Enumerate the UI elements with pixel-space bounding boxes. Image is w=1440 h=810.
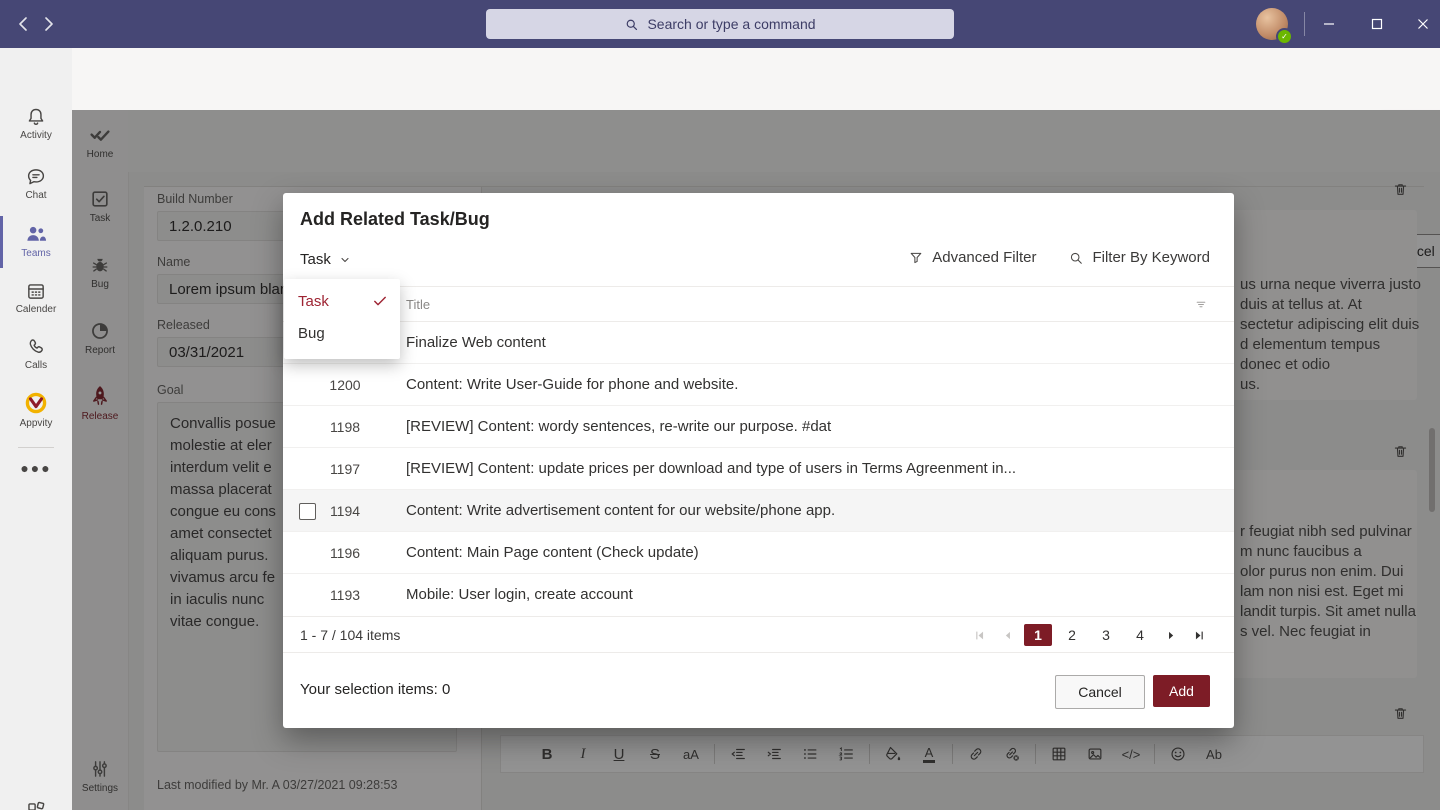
table-row-hovered[interactable]: 1194 Content: Write advertisement conten…	[283, 490, 1234, 532]
menu-item-label: Task	[298, 293, 329, 310]
chevron-down-icon	[339, 254, 351, 266]
next-page-icon[interactable]	[1160, 624, 1182, 646]
task-title: Mobile: User login, create account	[406, 586, 633, 603]
task-title: Finalize Web content	[406, 334, 546, 351]
modal-footer: Your selection items: 0 Cancel Add	[283, 653, 1234, 728]
table-row[interactable]: 1197 [REVIEW] Content: update prices per…	[283, 448, 1234, 490]
add-related-task-bug-modal: Add Related Task/Bug Task Advanced Filte…	[283, 193, 1234, 728]
phone-icon	[25, 336, 47, 358]
task-id: 1197	[325, 461, 365, 477]
selected-check-icon	[372, 293, 388, 309]
team-header: Project Dragon Posts Files Appvity eTask…	[72, 48, 1440, 110]
modal-cancel-button[interactable]: Cancel	[1055, 675, 1145, 709]
search-icon	[624, 17, 639, 32]
calendar-icon	[25, 280, 47, 302]
sidebar-item-activity[interactable]: Activity	[0, 106, 72, 141]
pagination-bar: 1 - 7 / 104 items 1 2 3 4	[283, 616, 1234, 653]
page-4[interactable]: 4	[1126, 624, 1154, 646]
task-id: 1200	[325, 377, 365, 393]
sidebar-item-apps[interactable]: Apps	[0, 800, 72, 810]
presence-available-icon: ✓	[1276, 28, 1293, 45]
search-icon	[1068, 250, 1084, 266]
table-row[interactable]: 1198 [REVIEW] Content: wordy sentences, …	[283, 406, 1234, 448]
type-dropdown-menu: Task Bug	[284, 279, 400, 359]
row-checkbox[interactable]	[299, 503, 316, 520]
title-column-header: Title	[406, 297, 430, 312]
apps-icon	[25, 800, 47, 810]
search-placeholder: Search or type a command	[647, 16, 815, 32]
forward-icon[interactable]	[38, 14, 58, 34]
task-title: Content: Main Page content (Check update…	[406, 544, 699, 561]
chat-icon	[25, 166, 47, 188]
table-row[interactable]: 1193 Mobile: User login, create account	[283, 574, 1234, 616]
search-input[interactable]: Search or type a command	[486, 9, 954, 39]
teams-window: Search or type a command ✓ Activity Chat…	[0, 0, 1440, 810]
filter-by-keyword-button[interactable]: Filter By Keyword	[1068, 249, 1210, 266]
selection-count-text: Your selection items: 0	[300, 681, 450, 698]
appvity-logo-icon	[23, 390, 49, 416]
modal-filters: Advanced Filter Filter By Keyword	[908, 249, 1210, 266]
table-header: Title	[283, 286, 1234, 322]
title-bar: Search or type a command ✓	[0, 0, 1440, 48]
titlebar-divider	[1304, 12, 1305, 36]
page-1[interactable]: 1	[1024, 624, 1052, 646]
maximize-icon[interactable]	[1366, 14, 1388, 34]
task-title: [REVIEW] Content: wordy sentences, re-wr…	[406, 418, 831, 435]
first-page-icon[interactable]	[968, 624, 990, 646]
more-apps-icon[interactable]: ●●●	[0, 460, 72, 476]
task-table: Finalize Web content 1200 Content: Write…	[283, 322, 1234, 616]
filter-by-keyword-label: Filter By Keyword	[1092, 249, 1210, 266]
sidebar-item-calendar[interactable]: Calender	[0, 280, 72, 315]
funnel-icon	[908, 250, 924, 266]
sidebar-item-calls[interactable]: Calls	[0, 336, 72, 371]
task-id: 1196	[325, 545, 365, 561]
column-filter-icon[interactable]	[1194, 297, 1208, 311]
advanced-filter-button[interactable]: Advanced Filter	[908, 249, 1036, 266]
task-id: 1193	[325, 587, 365, 603]
advanced-filter-label: Advanced Filter	[932, 249, 1036, 266]
task-title: [REVIEW] Content: update prices per down…	[406, 460, 1016, 477]
pagination-controls: 1 2 3 4	[968, 624, 1210, 646]
menu-item-bug[interactable]: Bug	[284, 317, 400, 349]
previous-page-icon[interactable]	[996, 624, 1018, 646]
page-2[interactable]: 2	[1058, 624, 1086, 646]
pagination-summary: 1 - 7 / 104 items	[300, 627, 400, 643]
bell-icon	[25, 106, 47, 128]
sidebar-item-appvity[interactable]: Appvity	[0, 390, 72, 429]
task-id: 1194	[325, 503, 365, 519]
task-title: Content: Write advertisement content for…	[406, 502, 835, 519]
type-dropdown-value: Task	[300, 251, 331, 268]
type-dropdown[interactable]: Task	[300, 251, 351, 268]
minimize-icon[interactable]	[1318, 14, 1340, 34]
menu-item-label: Bug	[298, 325, 325, 342]
task-id: 1198	[325, 419, 365, 435]
table-row[interactable]: Finalize Web content	[283, 322, 1234, 364]
task-title: Content: Write User-Guide for phone and …	[406, 376, 738, 393]
menu-item-task[interactable]: Task	[284, 285, 400, 317]
last-page-icon[interactable]	[1188, 624, 1210, 646]
close-icon[interactable]	[1412, 14, 1434, 34]
page-3[interactable]: 3	[1092, 624, 1120, 646]
app-rail: Activity Chat Teams Calender Calls Appvi…	[0, 48, 73, 810]
modal-add-button[interactable]: Add	[1153, 675, 1210, 707]
sidebar-item-chat[interactable]: Chat	[0, 166, 72, 201]
teams-icon	[24, 222, 48, 246]
table-row[interactable]: 1200 Content: Write User-Guide for phone…	[283, 364, 1234, 406]
back-icon[interactable]	[14, 14, 34, 34]
rail-divider	[18, 447, 54, 448]
table-row[interactable]: 1196 Content: Main Page content (Check u…	[283, 532, 1234, 574]
sidebar-item-teams[interactable]: Teams	[0, 222, 72, 259]
modal-title: Add Related Task/Bug	[300, 209, 490, 230]
